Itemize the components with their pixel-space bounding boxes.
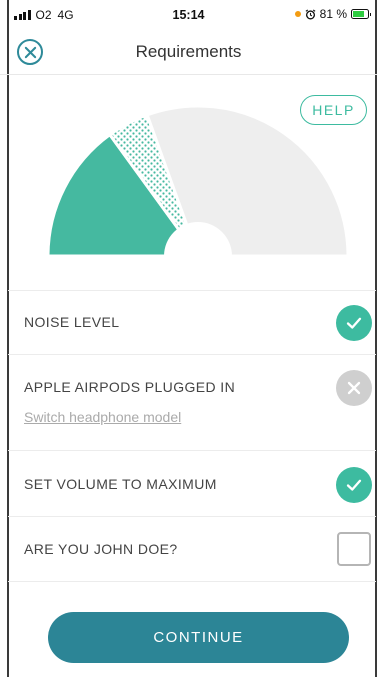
requirement-row-identity: ARE YOU JOHN DOE? xyxy=(8,516,376,582)
requirement-label: SET VOLUME TO MAXIMUM xyxy=(24,476,217,492)
requirement-row-volume: SET VOLUME TO MAXIMUM xyxy=(8,450,376,516)
requirement-row-airpods: APPLE AIRPODS PLUGGED IN Switch headphon… xyxy=(8,354,376,450)
x-icon xyxy=(336,370,372,406)
check-icon xyxy=(336,467,372,503)
requirement-row-noise: NOISE LEVEL xyxy=(8,290,376,354)
requirement-label: NOISE LEVEL xyxy=(24,314,120,330)
requirement-label: APPLE AIRPODS PLUGGED IN xyxy=(24,379,236,395)
identity-checkbox[interactable] xyxy=(337,532,371,566)
noise-gauge xyxy=(46,104,350,270)
switch-headphone-link[interactable]: Switch headphone model xyxy=(24,409,181,425)
help-button[interactable]: HELP xyxy=(300,95,367,125)
continue-button[interactable]: CONTINUE xyxy=(48,612,349,663)
check-icon xyxy=(336,305,372,341)
requirement-label: ARE YOU JOHN DOE? xyxy=(24,541,178,557)
